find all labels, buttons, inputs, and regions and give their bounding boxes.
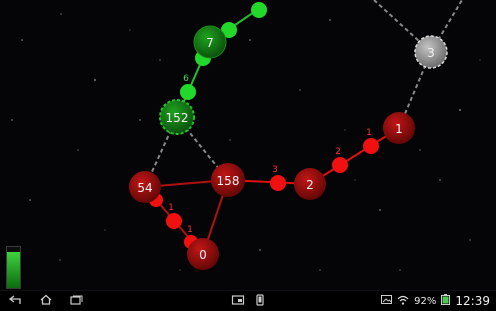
node-7[interactable]: 7	[193, 25, 227, 59]
player-unit-count: 3	[272, 165, 278, 175]
node-2[interactable]: 2	[294, 168, 326, 200]
wifi-icon	[397, 295, 409, 308]
svg-text:0: 0	[199, 248, 207, 262]
power-gauge-fill	[7, 251, 20, 288]
svg-text:158: 158	[217, 174, 240, 188]
system-navbar: 92% 12:39	[0, 290, 496, 311]
phone-icon[interactable]	[252, 293, 270, 309]
player-unit-count: 2	[335, 147, 341, 157]
player-unit	[363, 138, 379, 154]
starfield	[11, 13, 481, 271]
svg-text:54: 54	[137, 181, 152, 195]
gallery-icon	[381, 295, 393, 307]
enemy-unit-count: 6	[183, 74, 189, 84]
node-152[interactable]: 152	[159, 99, 195, 135]
power-gauge	[6, 246, 21, 289]
svg-text:1: 1	[395, 122, 403, 136]
enemy-unit	[180, 84, 196, 100]
clock: 12:39	[455, 294, 490, 308]
player-unit-count: 1	[366, 128, 372, 138]
svg-text:2: 2	[306, 178, 314, 192]
player-unit	[270, 175, 286, 191]
home-icon[interactable]	[38, 293, 56, 309]
svg-text:7: 7	[206, 36, 214, 50]
player-unit-count: 1	[168, 203, 174, 213]
node-54[interactable]: 54	[129, 171, 161, 203]
enemy-unit	[251, 2, 267, 18]
game-canvas[interactable]: 6 1 2 3 1 1 7 152 3 1 2 158 54 0	[0, 0, 496, 290]
nodes[interactable]: 7 152 3 1 2 158 54 0	[129, 25, 448, 270]
status-area: 92% 12:39	[381, 294, 490, 308]
player-unit	[332, 157, 348, 173]
svg-text:3: 3	[427, 46, 435, 60]
battery-icon	[441, 294, 451, 308]
player-unit	[166, 213, 182, 229]
recent-apps-icon[interactable]	[68, 293, 86, 309]
node-1[interactable]: 1	[383, 112, 415, 144]
back-icon[interactable]	[8, 293, 26, 309]
svg-text:152: 152	[166, 111, 189, 125]
node-3[interactable]: 3	[414, 35, 448, 69]
screenshot-icon[interactable]	[230, 293, 248, 309]
game-board[interactable]: 6 1 2 3 1 1 7 152 3 1 2 158 54 0	[0, 0, 496, 290]
battery-percent: 92%	[414, 295, 437, 307]
player-unit-count: 1	[187, 225, 193, 235]
node-0[interactable]: 0	[187, 238, 219, 270]
node-158[interactable]: 158	[211, 163, 245, 197]
